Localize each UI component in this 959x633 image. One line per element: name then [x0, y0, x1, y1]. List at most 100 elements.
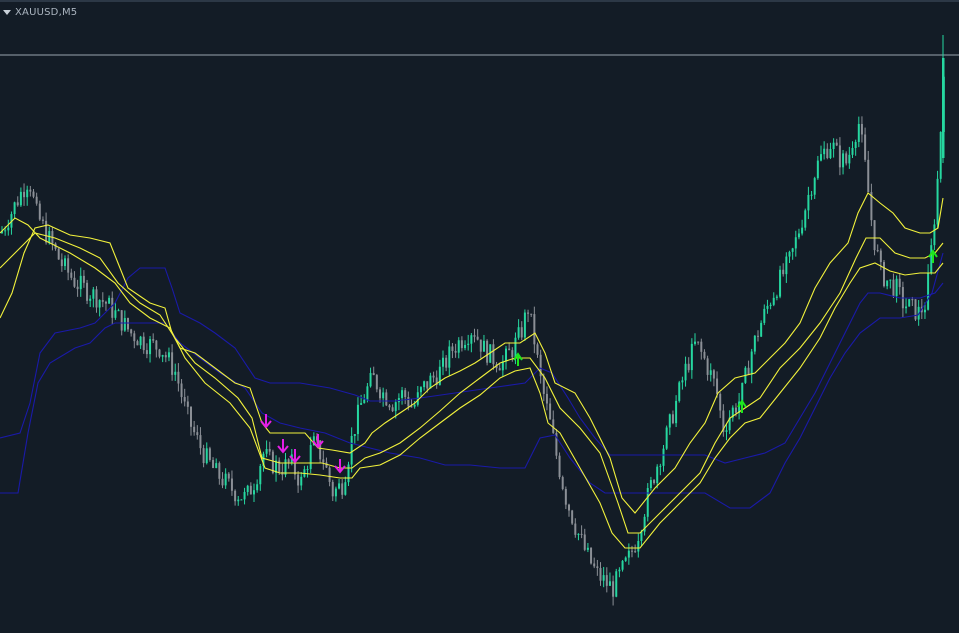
candle-body — [930, 245, 933, 273]
candle-body — [646, 488, 649, 517]
candle-body — [470, 335, 473, 344]
candle-body — [86, 282, 89, 301]
candle-body — [234, 490, 237, 502]
sell-arrow-icon — [277, 439, 289, 454]
candle-body — [889, 279, 892, 281]
candle-body — [775, 296, 778, 298]
candle-body — [879, 250, 882, 263]
candle-body — [388, 405, 391, 408]
candle-body — [590, 547, 593, 564]
candle-body — [911, 299, 914, 301]
candle-body — [829, 149, 832, 159]
candle-body — [98, 300, 101, 308]
candle-body — [328, 467, 331, 482]
candle-body — [161, 355, 164, 357]
candle-body — [624, 557, 627, 561]
candle-body — [476, 336, 479, 340]
candle-body — [142, 336, 145, 351]
candle-body — [249, 485, 252, 495]
candle-body — [637, 541, 640, 552]
candle-body — [404, 390, 407, 398]
candle-body — [95, 289, 98, 308]
candle-body — [353, 434, 356, 436]
candle-body — [769, 304, 772, 306]
candle-body — [26, 189, 29, 198]
candle-body — [164, 355, 167, 358]
price-chart[interactable] — [0, 0, 959, 633]
candle-body — [568, 504, 570, 511]
candle-body — [379, 389, 381, 399]
candle-body — [816, 160, 819, 179]
candle-body — [602, 575, 605, 581]
candle-body — [426, 381, 429, 389]
candle-body — [678, 382, 681, 401]
candle-body — [832, 142, 835, 150]
candle-body — [347, 464, 350, 483]
candle-body — [571, 510, 574, 524]
candle-body — [656, 466, 659, 484]
candle-body — [297, 474, 300, 486]
candle-body — [363, 399, 366, 404]
candle-body — [479, 339, 482, 352]
candle-body — [549, 403, 552, 420]
candle-body — [120, 310, 123, 331]
candle-body — [127, 318, 129, 330]
candle-body — [851, 148, 854, 155]
candle-body — [4, 230, 7, 232]
candle-body — [423, 381, 426, 388]
candle-body — [505, 348, 507, 362]
candle-body — [16, 202, 19, 206]
candle-body — [854, 141, 857, 149]
candle-body — [413, 404, 416, 407]
candle-body — [350, 435, 353, 465]
candle-body — [530, 313, 533, 315]
candle-body — [640, 531, 643, 542]
candle-body — [114, 310, 117, 318]
candle-body — [89, 298, 92, 301]
candle-body — [309, 445, 312, 470]
candle-body — [886, 280, 889, 287]
candle-body — [694, 341, 696, 344]
candle-body — [372, 373, 375, 376]
candle-body — [410, 406, 413, 408]
candle-body — [838, 145, 841, 168]
candle-body — [407, 397, 410, 407]
candle-body — [942, 58, 945, 158]
candle-body — [820, 154, 822, 161]
candle-body — [401, 390, 404, 398]
candle-body — [561, 477, 564, 489]
candle-body — [634, 551, 637, 553]
candle-body — [596, 566, 599, 568]
candle-body — [801, 227, 804, 234]
candle-body — [460, 340, 463, 349]
candle-body — [366, 386, 369, 400]
candle-body — [111, 297, 114, 318]
candle-body — [788, 251, 791, 257]
candle-body — [580, 533, 583, 535]
candle-body — [653, 480, 656, 484]
candle-body — [835, 142, 838, 146]
candle-body — [864, 134, 867, 160]
candle-body — [760, 322, 763, 337]
candle-body — [171, 352, 174, 375]
candle-body — [174, 371, 177, 375]
candle-body — [523, 312, 526, 338]
candle-body — [659, 465, 662, 467]
candle-body — [892, 279, 895, 297]
candle-body — [13, 202, 16, 215]
candle-body — [193, 426, 196, 433]
candle-body — [813, 178, 816, 195]
candle-body — [719, 393, 722, 411]
candle-body — [779, 269, 782, 297]
candle-body — [649, 480, 652, 489]
candle-body — [70, 272, 73, 278]
candle-body — [706, 358, 709, 375]
candle-body — [243, 491, 246, 500]
candle-body — [385, 392, 388, 406]
candle-body — [514, 337, 517, 358]
candle-body — [196, 432, 199, 436]
candle-body — [615, 571, 618, 597]
candle-body — [76, 286, 79, 290]
candle-body — [492, 344, 495, 365]
candle-body — [268, 448, 271, 452]
